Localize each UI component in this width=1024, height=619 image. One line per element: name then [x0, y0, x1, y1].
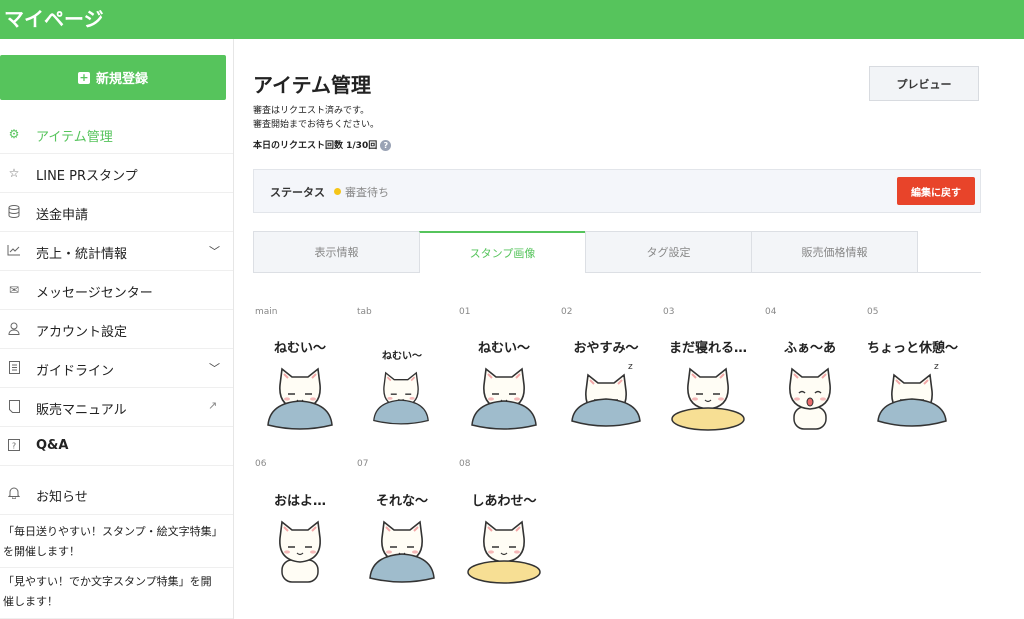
sticker-id-label: 07 [357, 459, 369, 469]
sticker-caption: ちょっと休憩～ [867, 341, 959, 356]
sticker-id-label: 05 [867, 307, 879, 317]
sidebar-item-qa[interactable]: ? Q&A [0, 427, 233, 466]
gear-icon: ⚙ [8, 127, 20, 141]
sidebar: + 新規登録 ⚙ アイテム管理 ☆ LINE PRスタンプ 送金申請 売上・統計… [0, 39, 234, 619]
news-text-line: 「見やすい！でか文字スタンプ特集」を開 [3, 575, 212, 588]
svg-text:z: z [934, 362, 939, 372]
sidebar-item-sales-manual[interactable]: 販売マニュアル ↗ [0, 388, 233, 427]
sidebar-item-label: 送金申請 [36, 208, 89, 223]
sticker-id-label: 03 [663, 307, 675, 317]
sticker-caption: おやすみ～ [573, 341, 639, 356]
sticker-image[interactable]: まだ寝れる… [663, 337, 753, 437]
sticker-image[interactable]: ちょっと休憩～ z [867, 337, 959, 437]
plus-icon: + [77, 70, 90, 84]
sticker-image[interactable]: おやすみ～ z [561, 337, 651, 437]
sidebar-item-label: メッセージセンター [36, 286, 153, 301]
news-item[interactable]: 「見やすい！でか文字スタンプ特集」を開 催します！ [0, 568, 233, 619]
user-icon [7, 322, 21, 336]
tab-bar: 表示情報 スタンプ画像 タグ設定 販売価格情報 [253, 231, 981, 273]
sidebar-item-item-management[interactable]: ⚙ アイテム管理 [0, 115, 233, 154]
mail-icon: ✉ [8, 283, 20, 297]
sticker-image[interactable]: ねむい～ [255, 337, 345, 437]
sticker-id-label: main [255, 307, 278, 317]
sticker-id-label: tab [357, 307, 372, 317]
svg-text:?: ? [12, 442, 16, 451]
sidebar-item-label: 売上・統計情報 [36, 247, 128, 262]
database-icon [7, 205, 21, 219]
sticker-id-label: 02 [561, 307, 573, 317]
status-value: 審査待ち [345, 186, 389, 199]
sidebar-item-sales-stats[interactable]: 売上・統計情報 ﹀ [0, 232, 233, 271]
review-note: 審査はリクエスト済みです。 [253, 106, 370, 116]
help-icon[interactable]: ? [380, 140, 392, 151]
star-icon: ☆ [8, 166, 20, 180]
sidebar-item-account-settings[interactable]: アカウント設定 [0, 310, 233, 349]
sticker-id-label: 06 [255, 459, 267, 469]
status-dot-icon [334, 188, 341, 195]
sidebar-item-label: アイテム管理 [36, 130, 113, 145]
request-count: 本日のリクエスト回数 1/30回 ? [253, 138, 392, 151]
tab-sales-price[interactable]: 販売価格情報 [751, 231, 918, 272]
sticker-image[interactable]: しあわせ～ [459, 490, 549, 590]
sidebar-nav: ⚙ アイテム管理 ☆ LINE PRスタンプ 送金申請 売上・統計情報 ﹀ ✉ … [0, 115, 233, 515]
sticker-image[interactable]: ねむい～ [459, 337, 549, 437]
sticker-caption: ふぁ～あ [783, 341, 836, 356]
sidebar-item-line-pr-stamp[interactable]: ☆ LINE PRスタンプ [0, 154, 233, 193]
sidebar-item-label: ガイドライン [36, 364, 115, 379]
tab-stamp-images[interactable]: スタンプ画像 [419, 231, 586, 273]
sticker-caption: ねむい～ [273, 341, 326, 356]
document-icon [7, 361, 21, 375]
new-registration-label: 新規登録 [95, 72, 148, 87]
status-label: ステータス [270, 186, 325, 199]
chevron-down-icon[interactable]: ﹀ [209, 360, 220, 376]
sidebar-item-label: Q&A [36, 438, 69, 453]
sticker-image[interactable]: ねむい～ [357, 337, 447, 437]
sticker-image[interactable]: ふぁ～あ [765, 337, 855, 437]
svg-text:z: z [628, 362, 633, 372]
sticker-caption: まだ寝れる… [668, 341, 747, 356]
new-registration-button[interactable]: + 新規登録 [0, 55, 226, 100]
sticker-image[interactable]: それな～ [357, 490, 447, 590]
chart-icon [7, 244, 21, 258]
review-note: 審査開始までお待ちください。 [253, 120, 380, 130]
sticker-id-label: 08 [459, 459, 471, 469]
preview-button[interactable]: プレビュー [869, 66, 979, 101]
sidebar-item-message-center[interactable]: ✉ メッセージセンター [0, 271, 233, 310]
sticker-image[interactable]: おはよ… [255, 490, 345, 590]
status-panel: ステータス 審査待ち 編集に戻す [253, 169, 981, 213]
main-content: アイテム管理 審査はリクエスト済みです。 審査開始までお待ちください。 本日のリ… [234, 39, 1024, 619]
sticker-caption: ねむい～ [477, 341, 530, 356]
sidebar-item-label: 販売マニュアル [36, 403, 127, 418]
sidebar-item-label: アカウント設定 [36, 325, 128, 340]
sticker-id-label: 04 [765, 307, 777, 317]
news-item[interactable]: 「毎日送りやすい！スタンプ・絵文字特集」 を開催します！ [0, 519, 233, 568]
news-text-line: を開催します！ [3, 545, 80, 558]
sidebar-item-notices[interactable]: お知らせ [0, 466, 233, 515]
tab-display-info[interactable]: 表示情報 [253, 231, 420, 272]
page-header-title: マイページ [4, 7, 104, 31]
notices-label: お知らせ [36, 490, 88, 505]
external-link-icon: ↗ [208, 399, 218, 412]
sticker-caption: おはよ… [273, 494, 326, 509]
news-text-line: 催します！ [3, 595, 58, 608]
question-icon: ? [7, 439, 21, 453]
sidebar-item-remittance[interactable]: 送金申請 [0, 193, 233, 232]
back-to-edit-button[interactable]: 編集に戻す [897, 177, 975, 205]
chevron-down-icon[interactable]: ﹀ [209, 243, 220, 259]
page-title: アイテム管理 [253, 73, 371, 97]
sticker-caption: ねむい～ [382, 351, 422, 362]
news-text-line: 「毎日送りやすい！スタンプ・絵文字特集」 [3, 525, 223, 538]
bell-icon [7, 486, 21, 500]
tab-tag-settings[interactable]: タグ設定 [585, 231, 752, 272]
sidebar-item-guidelines[interactable]: ガイドライン ﹀ [0, 349, 233, 388]
book-icon [7, 400, 21, 414]
sticker-caption: それな～ [375, 494, 428, 509]
top-bar: マイページ [0, 0, 1024, 39]
request-count-text: 本日のリクエスト回数 1/30回 [253, 141, 378, 151]
sticker-id-label: 01 [459, 307, 471, 317]
sidebar-item-label: LINE PRスタンプ [36, 169, 138, 184]
sticker-caption: しあわせ～ [471, 494, 537, 509]
